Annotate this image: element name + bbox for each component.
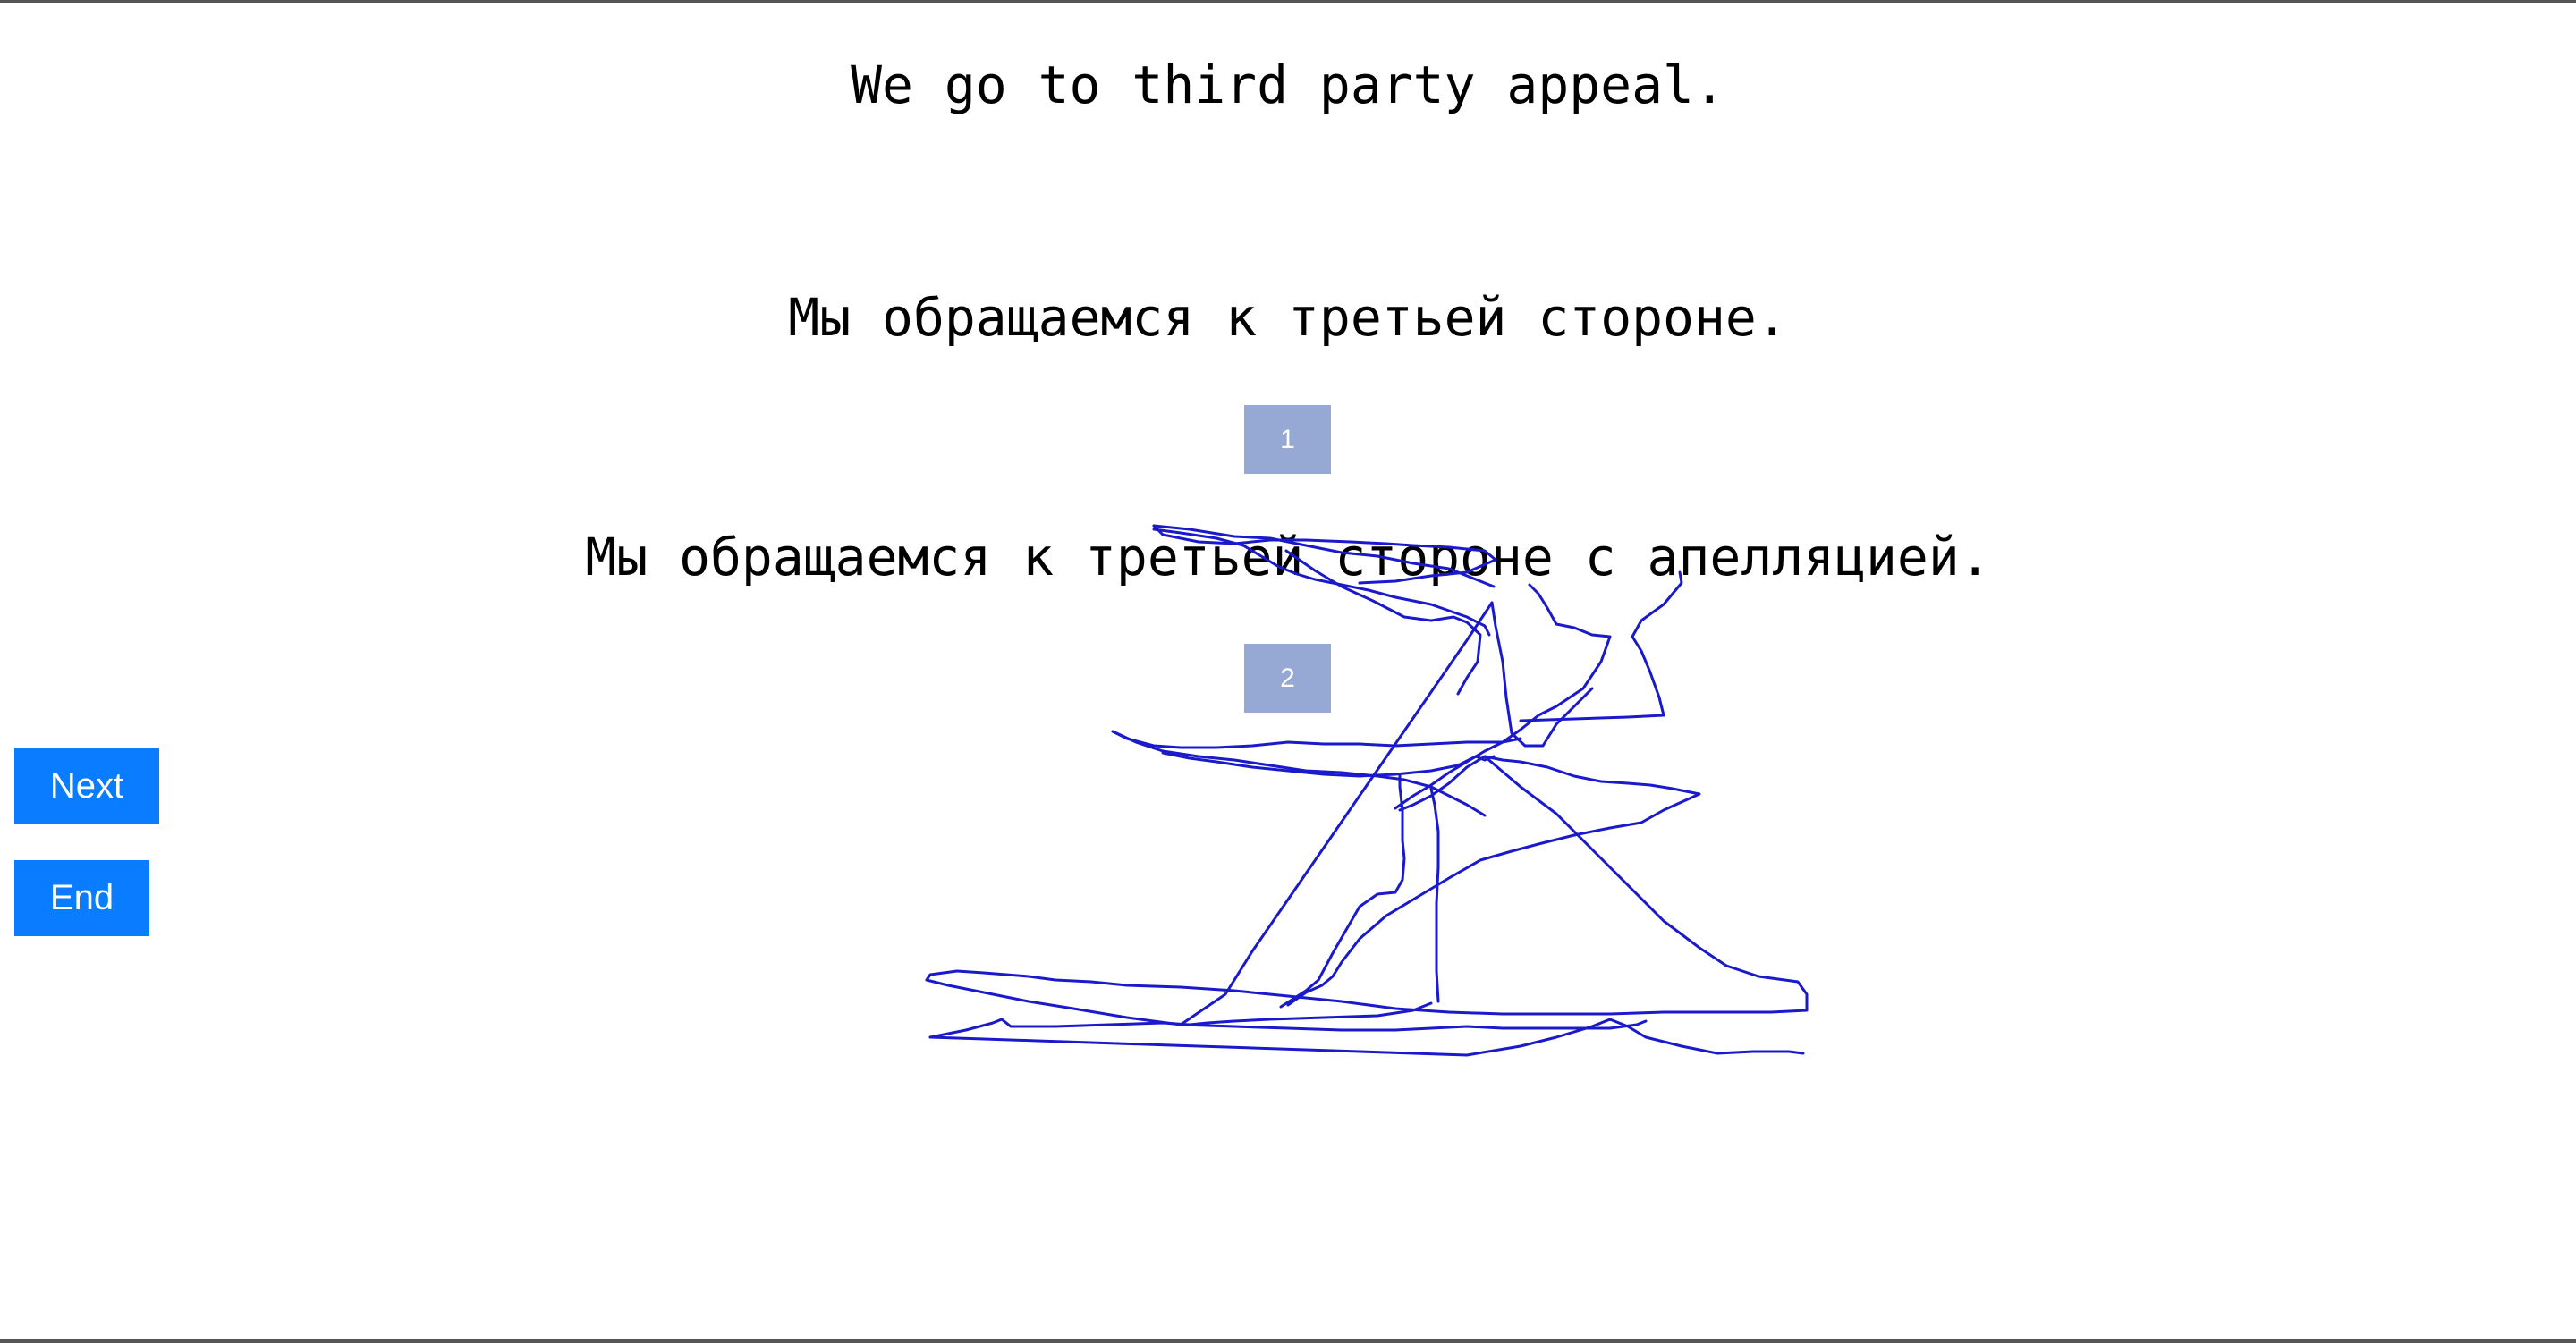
scribble-stroke — [928, 1018, 1805, 1057]
top-border — [0, 0, 2576, 3]
scribble-stroke — [1161, 751, 1496, 778]
scribble-stroke — [1429, 787, 1440, 1003]
bottom-border — [0, 1339, 2576, 1343]
scribble-stroke — [1111, 730, 1522, 749]
scribble-stroke — [925, 978, 1648, 1032]
end-button[interactable]: End — [14, 860, 149, 936]
scribble-stroke — [1519, 570, 1683, 722]
choose-option-1-button[interactable]: 1 — [1244, 405, 1331, 474]
scribble-stroke — [928, 1001, 1433, 1039]
scribble-stroke — [1394, 583, 1612, 810]
translation-option-2: Мы обращаемся к третьей стороне с апелля… — [585, 527, 1991, 587]
scribble-stroke — [1179, 601, 1494, 1026]
choose-option-2-button[interactable]: 2 — [1244, 644, 1331, 713]
scribble-stroke — [1490, 601, 1594, 748]
source-sentence: We go to third party appeal. — [851, 55, 1725, 115]
translation-option-1: Мы обращаемся к третьей стороне. — [788, 287, 1788, 348]
scribble-stroke — [1286, 755, 1701, 1007]
scribble-stroke — [1279, 773, 1406, 1009]
scribble-stroke — [1111, 730, 1487, 817]
next-button[interactable]: Next — [14, 748, 159, 824]
scribble-stroke — [925, 755, 1809, 1016]
